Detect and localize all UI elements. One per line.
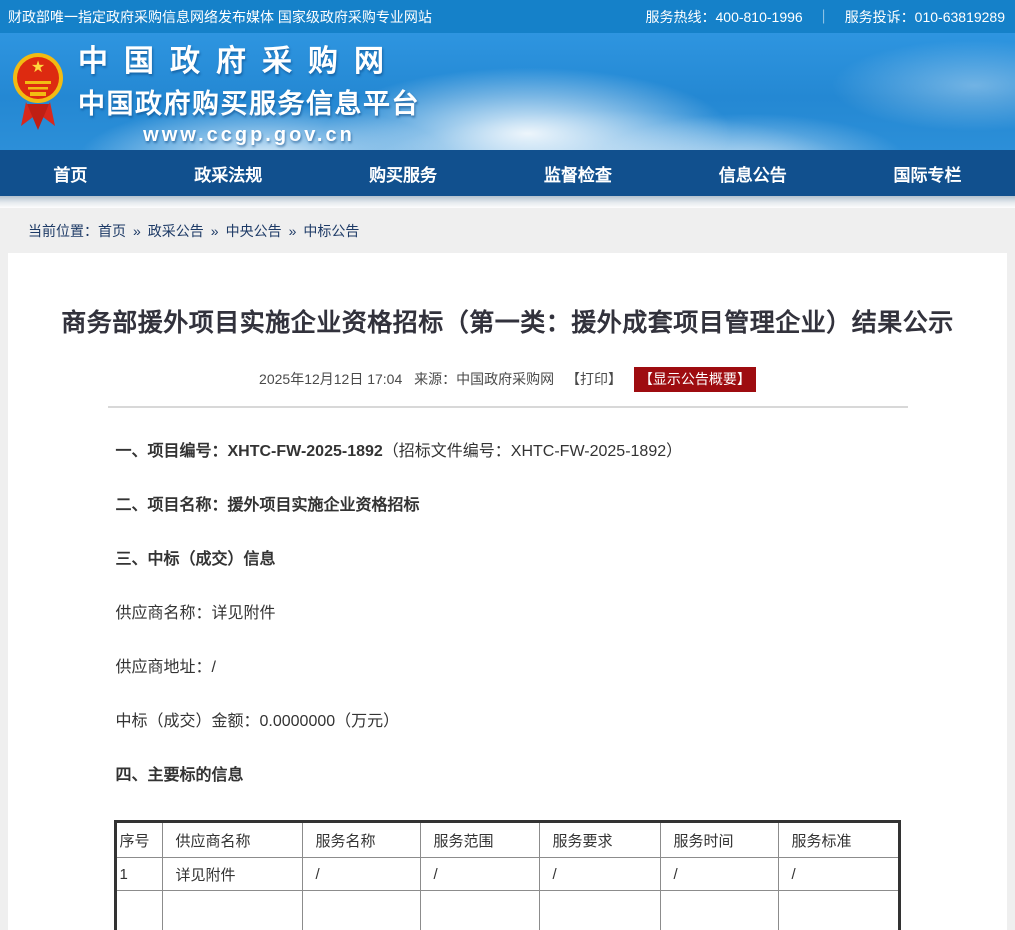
- column-header-service-standard: 服务标准: [778, 822, 899, 858]
- cell-service-time: /: [660, 858, 778, 891]
- cell-supplier-name: [162, 891, 302, 930]
- column-header-supplier-name: 供应商名称: [162, 822, 302, 858]
- paragraph-supplier-name: 供应商名称：详见附件: [116, 604, 908, 624]
- paragraph-award-amount: 中标（成交）金额：0.0000000（万元）: [116, 712, 908, 732]
- announcement-title: 商务部援外项目实施企业资格招标（第一类：援外成套项目管理企业）结果公示: [8, 303, 1007, 339]
- main-nav: 首页 政采法规 购买服务 监督检查 信息公告 国际专栏: [0, 150, 1015, 196]
- cell-service-scope: /: [420, 858, 539, 891]
- cell-service-standard: /: [778, 858, 899, 891]
- cell-service-time: [660, 891, 778, 930]
- cell-service-scope: [420, 891, 539, 930]
- column-header-service-name: 服务名称: [302, 822, 420, 858]
- breadcrumb-home[interactable]: 首页: [98, 221, 126, 241]
- announcement-meta: 2025年12月12日 17:04 来源：中国政府采购网 【打印】 【显示公告概…: [8, 367, 1007, 392]
- nav-item-international[interactable]: 国际专栏: [884, 157, 972, 190]
- breadcrumb-separator: »: [211, 223, 219, 239]
- nav-item-announcements[interactable]: 信息公告: [709, 157, 797, 190]
- column-header-service-requirement: 服务要求: [539, 822, 660, 858]
- column-header-seq: 序号: [115, 822, 162, 858]
- service-complaint: 服务投诉：010-63819289: [845, 7, 1005, 27]
- nav-shadow-strip: [0, 196, 1015, 208]
- service-hotline: 服务热线：400-810-1996: [646, 7, 803, 27]
- table-row: 1 详见附件 / / / / /: [115, 858, 899, 891]
- nav-item-supervision[interactable]: 监督检查: [534, 157, 622, 190]
- site-url: www.ccgp.gov.cn: [78, 124, 420, 147]
- cell-service-requirement: /: [539, 858, 660, 891]
- announcement-body: 一、项目编号：XHTC-FW-2025-1892（招标文件编号：XHTC-FW-…: [108, 406, 908, 930]
- cell-service-standard: [778, 891, 899, 930]
- breadcrumb: 当前位置： 首页 » 政采公告 » 中央公告 » 中标公告: [0, 208, 1015, 253]
- paragraph-project-number: 一、项目编号：XHTC-FW-2025-1892（招标文件编号：XHTC-FW-…: [116, 442, 908, 462]
- breadcrumb-separator: »: [289, 223, 297, 239]
- cell-seq: [115, 891, 162, 930]
- paragraph-main-subject-heading: 四、主要标的信息: [116, 766, 908, 786]
- column-header-service-scope: 服务范围: [420, 822, 539, 858]
- main-subject-table: 序号 供应商名称 服务名称 服务范围 服务要求 服务时间 服务标准 1 详见附件…: [114, 820, 901, 930]
- show-summary-button[interactable]: 【显示公告概要】: [634, 367, 756, 392]
- paragraph-supplier-address: 供应商地址：/: [116, 658, 908, 678]
- national-emblem-icon: ★: [12, 46, 64, 132]
- site-header[interactable]: ★ 中国政府采购网 中国政府购买服务信息平台 www.ccgp.gov.cn: [0, 33, 1015, 150]
- cell-service-name: [302, 891, 420, 930]
- paragraph-project-name: 二、项目名称：援外项目实施企业资格招标: [116, 496, 908, 516]
- breadcrumb-separator: »: [133, 223, 141, 239]
- table-row-empty: [115, 891, 899, 930]
- cell-seq: 1: [115, 858, 162, 891]
- source-label: 来源：中国政府采购网: [414, 371, 554, 387]
- cell-supplier-name: 详见附件: [162, 858, 302, 891]
- nav-item-purchase-services[interactable]: 购买服务: [359, 157, 447, 190]
- publish-datetime: 2025年12月12日 17:04: [259, 371, 402, 387]
- site-logo[interactable]: ★ 中国政府采购网 中国政府购买服务信息平台 www.ccgp.gov.cn: [0, 36, 420, 147]
- breadcrumb-label: 当前位置：: [28, 221, 98, 241]
- breadcrumb-procurement-notices[interactable]: 政采公告: [148, 221, 204, 241]
- topbar-divider: ｜: [817, 7, 831, 27]
- nav-item-home[interactable]: 首页: [43, 157, 97, 190]
- platform-name: 中国政府购买服务信息平台: [78, 82, 420, 121]
- breadcrumb-central-notices[interactable]: 中央公告: [226, 221, 282, 241]
- table-header-row: 序号 供应商名称 服务名称 服务范围 服务要求 服务时间 服务标准: [115, 822, 899, 858]
- breadcrumb-award-notices[interactable]: 中标公告: [303, 221, 359, 241]
- print-button[interactable]: 【打印】: [566, 371, 622, 387]
- nav-item-regulations[interactable]: 政采法规: [184, 157, 272, 190]
- cell-service-name: /: [302, 858, 420, 891]
- cell-service-requirement: [539, 891, 660, 930]
- svg-text:★: ★: [31, 59, 45, 76]
- column-header-service-time: 服务时间: [660, 822, 778, 858]
- paragraph-award-info-heading: 三、中标（成交）信息: [116, 550, 908, 570]
- top-utility-bar: 财政部唯一指定政府采购信息网络发布媒体 国家级政府采购专业网站 服务热线：400…: [0, 0, 1015, 33]
- site-slogan: 财政部唯一指定政府采购信息网络发布媒体 国家级政府采购专业网站: [8, 7, 432, 27]
- site-name: 中国政府采购网: [78, 36, 420, 80]
- title-divider: [108, 406, 908, 408]
- content-panel: 商务部援外项目实施企业资格招标（第一类：援外成套项目管理企业）结果公示 2025…: [8, 253, 1007, 930]
